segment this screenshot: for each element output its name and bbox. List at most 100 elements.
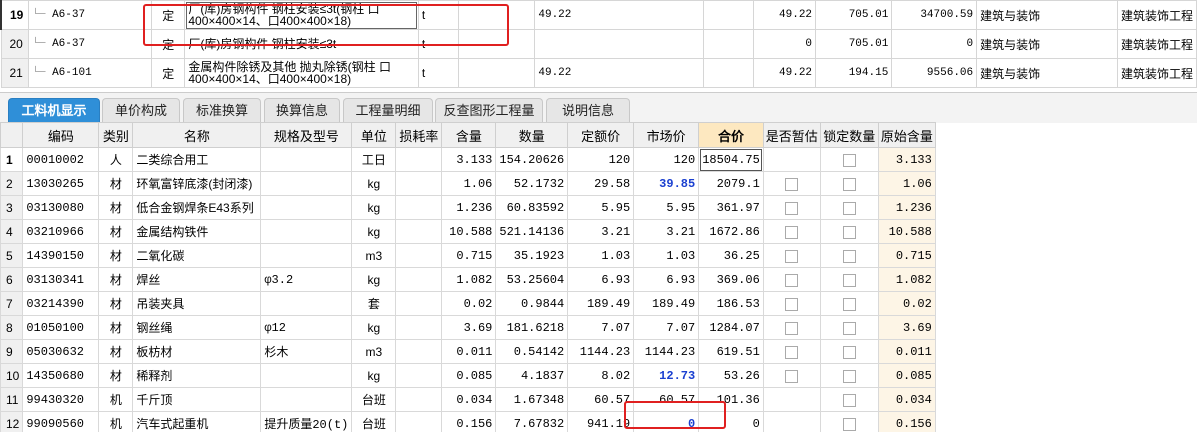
- lock-checkbox[interactable]: [842, 201, 856, 215]
- row-number[interactable]: 8: [0, 315, 24, 340]
- resource-original-content[interactable]: 10.588: [877, 219, 936, 244]
- resource-loss-rate[interactable]: [395, 147, 443, 172]
- resource-quantity[interactable]: 521.14136: [495, 219, 569, 244]
- resource-content[interactable]: 3.69: [441, 315, 497, 340]
- quota-blank[interactable]: [703, 58, 754, 88]
- estimate-checkbox[interactable]: [785, 273, 799, 287]
- quota-unit-price[interactable]: 705.01: [815, 29, 893, 59]
- lock-checkbox[interactable]: [842, 297, 856, 311]
- resource-row[interactable]: 3 03130080 材低合金钢焊条E43系列 kg 1.236 60.83592 5.95…: [0, 195, 936, 220]
- resource-category[interactable]: 材: [98, 315, 134, 340]
- estimate-checkbox[interactable]: [785, 345, 799, 359]
- lock-checkbox[interactable]: [842, 417, 856, 431]
- resource-loss-rate[interactable]: [395, 171, 443, 196]
- quota-profession[interactable]: 建筑装饰工程: [1116, 0, 1197, 30]
- resource-loss-rate[interactable]: [395, 363, 443, 388]
- resource-row[interactable]: 5 14390150 材二氧化碳 m3 0.715 35.1923 1.03 1.03 36.2…: [0, 243, 936, 268]
- lock-checkbox[interactable]: [842, 369, 856, 383]
- resource-category[interactable]: 材: [98, 195, 134, 220]
- resource-is-estimate[interactable]: [762, 267, 821, 292]
- resource-lock-quantity[interactable]: [819, 171, 879, 196]
- lock-checkbox[interactable]: [842, 393, 856, 407]
- quota-blank[interactable]: [703, 29, 754, 59]
- resource-unit[interactable]: m3: [351, 243, 397, 268]
- lock-checkbox[interactable]: [842, 153, 856, 167]
- lock-checkbox[interactable]: [842, 249, 856, 263]
- resource-code[interactable]: 14350680: [22, 363, 100, 388]
- resource-name[interactable]: 低合金钢焊条E43系列: [132, 195, 262, 220]
- lock-checkbox[interactable]: [842, 177, 856, 191]
- resource-row[interactable]: 1 00010002 人二类综合用工 工日 3.133 154.20626 120 120 18…: [0, 147, 936, 172]
- column-header-2[interactable]: 名称: [132, 122, 262, 148]
- resource-category[interactable]: 材: [98, 267, 134, 292]
- resource-code[interactable]: 99090560: [22, 411, 100, 432]
- resource-is-estimate[interactable]: [762, 339, 821, 364]
- column-header-9[interactable]: 市场价: [633, 122, 700, 148]
- tab-2[interactable]: 标准换算: [183, 98, 261, 123]
- quota-profession[interactable]: 建筑装饰工程: [1116, 58, 1197, 88]
- estimate-checkbox[interactable]: [785, 225, 799, 239]
- resource-total[interactable]: 0: [698, 411, 764, 432]
- resource-content[interactable]: 1.082: [441, 267, 497, 292]
- quota-quantity-expr[interactable]: 49.22: [534, 0, 705, 30]
- resource-name[interactable]: 环氧富锌底漆(封闭漆): [132, 171, 262, 196]
- resource-spec[interactable]: [260, 195, 353, 220]
- quota-code[interactable]: └─ A6-37: [28, 29, 153, 59]
- resource-code[interactable]: 03214390: [22, 291, 100, 316]
- resource-original-content[interactable]: 1.236: [877, 195, 936, 220]
- resource-is-estimate[interactable]: [762, 363, 821, 388]
- tab-5[interactable]: 反查图形工程量: [435, 98, 543, 123]
- lock-checkbox[interactable]: [842, 321, 856, 335]
- row-number[interactable]: 3: [0, 195, 24, 220]
- resource-total[interactable]: 1284.07: [698, 315, 764, 340]
- resource-quantity[interactable]: 0.54142: [495, 339, 569, 364]
- resource-spec[interactable]: 提升质量20(t): [260, 411, 353, 432]
- row-number[interactable]: 10: [0, 363, 24, 388]
- resource-name[interactable]: 二类综合用工: [132, 147, 262, 172]
- resource-market-price[interactable]: 60.57: [633, 387, 700, 412]
- lock-checkbox[interactable]: [842, 225, 856, 239]
- resource-spec[interactable]: φ3.2: [260, 267, 353, 292]
- column-header-13[interactable]: 原始含量: [877, 122, 936, 148]
- resource-is-estimate[interactable]: [762, 171, 821, 196]
- resource-lock-quantity[interactable]: [819, 267, 879, 292]
- resource-code[interactable]: 14390150: [22, 243, 100, 268]
- quota-quantity-expr[interactable]: 49.22: [534, 58, 705, 88]
- row-number[interactable]: 11: [0, 387, 24, 412]
- resource-original-content[interactable]: 0.02: [877, 291, 936, 316]
- quota-unit[interactable]: t: [417, 58, 460, 88]
- column-header-5[interactable]: 损耗率: [395, 122, 443, 148]
- resource-code[interactable]: 99430320: [22, 387, 100, 412]
- resource-unit[interactable]: 台班: [351, 411, 397, 432]
- resource-market-price[interactable]: 1144.23: [633, 339, 700, 364]
- row-number[interactable]: 12: [0, 411, 24, 432]
- quota-category[interactable]: 建筑与装饰: [976, 58, 1118, 88]
- resource-market-price[interactable]: 6.93: [633, 267, 700, 292]
- resource-category[interactable]: 材: [98, 219, 134, 244]
- resource-content[interactable]: 0.034: [441, 387, 497, 412]
- quota-total[interactable]: 0: [891, 29, 978, 59]
- resource-content[interactable]: 0.02: [441, 291, 497, 316]
- resource-code[interactable]: 05030632: [22, 339, 100, 364]
- resource-content[interactable]: 0.085: [441, 363, 497, 388]
- resource-original-content[interactable]: 1.082: [877, 267, 936, 292]
- quota-row[interactable]: 21 └─ A6-101 定金属构件除锈及其他 抛丸除锈(钢柱 口400×400×1…: [0, 58, 1197, 88]
- quota-profession[interactable]: 建筑装饰工程: [1116, 29, 1197, 59]
- resource-code[interactable]: 00010002: [22, 147, 100, 172]
- resource-content[interactable]: 1.236: [441, 195, 497, 220]
- resource-spec[interactable]: [260, 291, 353, 316]
- resource-loss-rate[interactable]: [395, 243, 443, 268]
- resource-market-price[interactable]: 189.49: [633, 291, 700, 316]
- resource-category[interactable]: 人: [98, 147, 134, 172]
- resource-name[interactable]: 稀释剂: [132, 363, 262, 388]
- resource-original-content[interactable]: 3.69: [877, 315, 936, 340]
- resource-quota-price[interactable]: 8.02: [567, 363, 635, 388]
- lock-checkbox[interactable]: [842, 345, 856, 359]
- resource-unit[interactable]: 工日: [351, 147, 397, 172]
- resource-total[interactable]: 369.06: [698, 267, 764, 292]
- resource-total[interactable]: 18504.75: [698, 147, 764, 172]
- quota-unit-price[interactable]: 194.15: [815, 58, 893, 88]
- resource-total[interactable]: 101.36: [698, 387, 764, 412]
- resource-row[interactable]: 11 99430320 机千斤顶 台班 0.034 1.67348 60.57 60.57 10…: [0, 387, 936, 412]
- resource-total[interactable]: 2079.1: [698, 171, 764, 196]
